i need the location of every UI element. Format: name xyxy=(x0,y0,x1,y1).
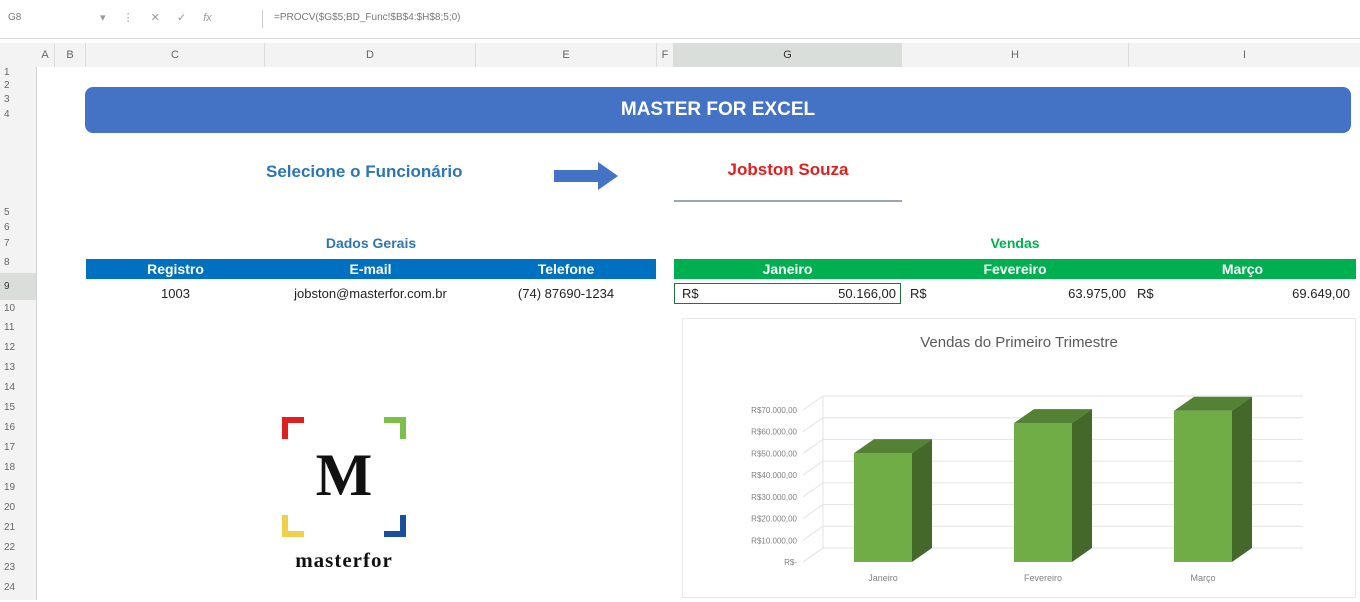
header-janeiro: Janeiro xyxy=(762,261,813,277)
sales-chart[interactable]: Vendas do Primeiro Trimestre R$70.000,00 R… xyxy=(682,318,1356,598)
formula-buttons: ▾ ⋮ ✕ ✓ fx xyxy=(100,8,260,28)
y-tick-label: R$50.000,00 xyxy=(751,449,797,458)
title-banner: MASTER FOR EXCEL xyxy=(85,87,1351,133)
employee-underline xyxy=(674,200,902,202)
marco-currency: R$ xyxy=(1137,286,1154,301)
email-value[interactable]: jobston@masterfor.com.br xyxy=(265,284,476,304)
column-header-b[interactable]: B xyxy=(55,43,86,67)
row-header-22[interactable]: 22 xyxy=(0,538,36,558)
janeiro-currency: R$ xyxy=(682,286,699,301)
row-header-7[interactable]: 7 xyxy=(0,234,36,253)
employee-selector-label: Selecione o Funcionário xyxy=(266,162,463,181)
row-header-1[interactable]: 1 xyxy=(0,67,36,79)
row-header-20[interactable]: 20 xyxy=(0,498,36,518)
chart-bar-side xyxy=(1072,409,1092,562)
y-tick-label: R$60.000,00 xyxy=(751,428,797,437)
row-header-5[interactable]: 5 xyxy=(0,123,36,221)
x-tick-label: Março xyxy=(1190,573,1215,583)
row-header-17[interactable]: 17 xyxy=(0,438,36,458)
chart-bar xyxy=(854,453,912,562)
column-header-c[interactable]: C xyxy=(86,43,265,67)
dados-gerais-title: Dados Gerais xyxy=(325,235,417,251)
row-header-4[interactable]: 4 xyxy=(0,107,36,123)
x-tick-label: Fevereiro xyxy=(1024,573,1062,583)
row-header-6[interactable]: 6 xyxy=(0,221,36,234)
row-header-23[interactable]: 23 xyxy=(0,558,36,578)
y-tick-label: R$20.000,00 xyxy=(751,515,797,524)
column-header-f[interactable]: F xyxy=(657,43,674,67)
header-fevereiro: Fevereiro xyxy=(983,261,1047,277)
janeiro-value[interactable]: 50.166,00 xyxy=(700,284,896,304)
chart-side-wall xyxy=(802,396,824,563)
row-header-2[interactable]: 2 xyxy=(0,79,36,92)
column-header-a[interactable]: A xyxy=(36,43,55,67)
chart-bar-side xyxy=(912,439,932,562)
telefone-value[interactable]: (74) 87690-1234 xyxy=(476,284,656,304)
dados-gerais-header-row: Registro E-mail Telefone xyxy=(86,259,656,279)
vendas-header-row: Janeiro Fevereiro Março xyxy=(674,259,1356,279)
row-header-24[interactable]: 24 xyxy=(0,578,36,598)
name-box[interactable]: G8 xyxy=(8,8,90,28)
row-header-14[interactable]: 14 xyxy=(0,378,36,398)
row-headers: 1 2 3 4 5 6 7 8 9 10 11 12 13 14 15 16 1… xyxy=(0,67,37,600)
registro-value[interactable]: 1003 xyxy=(86,284,265,304)
formula-input[interactable]: =PROCV($G$5;BD_Func!$B$4:$H$8;5;0) xyxy=(274,8,460,28)
select-all-corner[interactable] xyxy=(0,43,30,67)
row-header-11[interactable]: 11 xyxy=(0,318,36,338)
fevereiro-value[interactable]: 63.975,00 xyxy=(930,284,1126,304)
column-header-g[interactable]: G xyxy=(674,43,902,69)
masterfor-logo: M masterfor xyxy=(282,417,406,572)
column-header-d[interactable]: D xyxy=(265,43,476,67)
formula-separator xyxy=(262,10,263,28)
row-header-21[interactable]: 21 xyxy=(0,518,36,538)
fevereiro-currency: R$ xyxy=(910,286,927,301)
y-tick-label: R$30.000,00 xyxy=(751,493,797,502)
row-header-10[interactable]: 10 xyxy=(0,300,36,318)
header-registro: Registro xyxy=(147,261,204,277)
chart-bar xyxy=(1174,410,1232,562)
logo-letter: M xyxy=(316,442,373,508)
chart-bar xyxy=(1014,423,1072,562)
row-header-3[interactable]: 3 xyxy=(0,92,36,107)
y-tick-label: R$10.000,00 xyxy=(751,536,797,545)
y-tick-label: R$70.000,00 xyxy=(751,406,797,415)
chart-bar-side xyxy=(1232,396,1252,562)
header-email: E-mail xyxy=(349,261,392,277)
chart-title: Vendas do Primeiro Trimestre xyxy=(920,334,1118,351)
row-header-9[interactable]: 9 xyxy=(0,273,36,300)
header-telefone: Telefone xyxy=(537,261,595,277)
vendas-title: Vendas xyxy=(990,235,1040,251)
sales-chart-svg: Vendas do Primeiro Trimestre R$70.000,00 R… xyxy=(751,334,1303,583)
y-tick-label: R$40.000,00 xyxy=(751,471,797,480)
header-marco: Março xyxy=(1221,261,1264,277)
more-icon[interactable]: ⋮ xyxy=(123,8,134,28)
cancel-icon[interactable]: ✕ xyxy=(151,8,160,28)
column-header-h[interactable]: H xyxy=(902,43,1129,67)
employee-dropdown[interactable]: Jobston Souza xyxy=(674,160,902,180)
logo-text: masterfor xyxy=(295,548,393,572)
row-header-8[interactable]: 8 xyxy=(0,253,36,273)
row-header-12[interactable]: 12 xyxy=(0,338,36,358)
row-header-15[interactable]: 15 xyxy=(0,398,36,418)
row-header-19[interactable]: 19 xyxy=(0,478,36,498)
dropdown-icon[interactable]: ▾ xyxy=(100,8,106,28)
column-header-i[interactable]: I xyxy=(1129,43,1360,67)
marco-value[interactable]: 69.649,00 xyxy=(1156,284,1350,304)
column-header-e[interactable]: E xyxy=(476,43,657,67)
enter-icon[interactable]: ✓ xyxy=(177,8,186,28)
row-header-18[interactable]: 18 xyxy=(0,458,36,478)
insert-function-icon[interactable]: fx xyxy=(203,8,212,28)
formula-bar: G8 ▾ ⋮ ✕ ✓ fx =PROCV($G$5;BD_Func!$B$4:$… xyxy=(0,0,1360,39)
column-headers: A B C D E F G H I xyxy=(0,43,1360,69)
x-tick-label: Janeiro xyxy=(868,573,898,583)
y-tick-label: R$- xyxy=(784,558,797,567)
arrow-right-icon xyxy=(554,162,618,190)
row-header-16[interactable]: 16 xyxy=(0,418,36,438)
row-header-13[interactable]: 13 xyxy=(0,358,36,378)
